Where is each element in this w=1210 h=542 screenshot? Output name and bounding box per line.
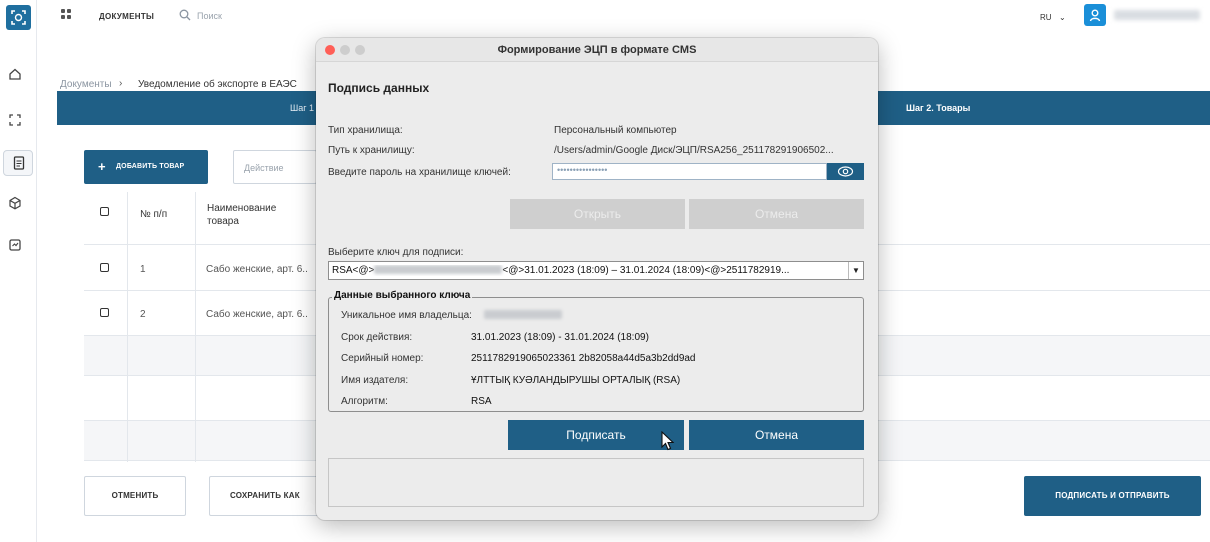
cancel-top-button[interactable]: Отмена: [689, 199, 864, 229]
serial-value: 2511782919065023361 2b82058a44d5a3b2dd9a…: [471, 353, 696, 364]
breadcrumb-separator: ›: [119, 78, 123, 89]
action-select[interactable]: Действие: [233, 150, 317, 184]
search-input[interactable]: Поиск: [197, 11, 222, 21]
column-header-name[interactable]: Наименование товара: [207, 202, 297, 228]
user-name-redacted: [1114, 10, 1200, 20]
nav-documents[interactable]: ДОКУМЕНТЫ: [99, 12, 154, 21]
plus-icon: +: [98, 159, 106, 174]
row-number: 1: [140, 264, 146, 275]
box-icon[interactable]: [8, 196, 28, 216]
key-info-legend: Данные выбранного ключа: [332, 290, 473, 301]
table-col-divider: [127, 192, 128, 462]
scan-icon[interactable]: [8, 113, 28, 133]
table-col-divider: [195, 192, 196, 462]
row-checkbox[interactable]: [100, 308, 109, 317]
step-2-tab[interactable]: Шаг 2. Товары: [906, 103, 970, 113]
status-area: [328, 458, 864, 507]
row-product-name[interactable]: Сабо женские, арт. 6..: [206, 264, 308, 275]
open-button[interactable]: Открыть: [510, 199, 685, 229]
home-icon[interactable]: [8, 67, 28, 87]
language-selector[interactable]: RU: [1040, 13, 1052, 22]
dialog-heading: Подпись данных: [328, 81, 430, 95]
storage-path-value: /Users/admin/Google Диск/ЭЦП/RSA256_2511…: [554, 145, 834, 156]
password-mask: ••••••••••••••••: [557, 165, 608, 175]
password-label: Введите пароль на хранилище ключей:: [328, 167, 511, 178]
breadcrumb-root[interactable]: Документы: [60, 79, 112, 90]
owner-label: Уникальное имя владельца:: [341, 310, 472, 321]
show-password-button[interactable]: [827, 163, 864, 180]
step-1-tab[interactable]: Шаг 1: [290, 103, 314, 113]
user-avatar-button[interactable]: [1084, 4, 1106, 26]
eye-icon: [837, 166, 854, 177]
cancel-button[interactable]: ОТМЕНИТЬ: [84, 476, 186, 516]
add-product-button[interactable]: + ДОБАВИТЬ ТОВАР: [84, 150, 208, 184]
action-placeholder: Действие: [244, 163, 284, 173]
app-logo[interactable]: [6, 5, 31, 30]
documents-icon[interactable]: [3, 150, 33, 176]
search-icon[interactable]: [179, 9, 191, 24]
sidebar: [0, 0, 37, 542]
select-all-checkbox[interactable]: [100, 207, 109, 216]
validity-label: Срок действия:: [341, 332, 413, 343]
storage-type-label: Тип хранилища:: [328, 125, 403, 136]
mouse-cursor-icon: [661, 431, 675, 451]
key-prefix: RSA<@>: [332, 265, 375, 276]
apps-grid-icon[interactable]: [61, 9, 72, 23]
logo-icon: [11, 10, 26, 25]
password-input[interactable]: ••••••••••••••••: [552, 163, 827, 180]
top-bar: ДОКУМЕНТЫ Поиск RU ⌄: [37, 0, 1210, 34]
issuer-value: ҰЛТТЫҚ КУӘЛАНДЫРУШЫ ОРТАЛЫҚ (RSA): [471, 375, 681, 386]
report-icon[interactable]: [8, 238, 28, 258]
column-header-number[interactable]: № п/п: [140, 208, 167, 221]
cms-signature-dialog: Формирование ЭЦП в формате CMS Подпись д…: [316, 38, 878, 520]
algorithm-value: RSA: [471, 396, 492, 407]
key-owner-redacted: [374, 265, 503, 274]
select-key-label: Выберите ключ для подписи:: [328, 247, 464, 258]
storage-path-label: Путь к хранилищу:: [328, 145, 415, 156]
serial-label: Серийный номер:: [341, 353, 424, 364]
storage-type-value: Персональный компьютер: [554, 125, 677, 136]
row-number: 2: [140, 309, 146, 320]
breadcrumb-current: Уведомление об экспорте в ЕАЭС: [138, 79, 297, 90]
validity-value: 31.01.2023 (18:09) - 31.01.2024 (18:09): [471, 332, 649, 343]
row-product-name[interactable]: Сабо женские, арт. 6..: [206, 309, 308, 320]
sign-button[interactable]: Подписать: [508, 420, 684, 450]
dialog-title: Формирование ЭЦП в формате CMS: [497, 44, 697, 56]
issuer-label: Имя издателя:: [341, 375, 409, 386]
algorithm-label: Алгоритм:: [341, 396, 388, 407]
row-checkbox[interactable]: [100, 263, 109, 272]
key-select[interactable]: RSA<@> <@>31.01.2023 (18:09) – 31.01.2024…: [328, 261, 864, 280]
chevron-down-icon[interactable]: ⌄: [1059, 13, 1066, 22]
chevron-down-icon[interactable]: ▼: [848, 262, 863, 279]
cancel-bottom-button[interactable]: Отмена: [689, 420, 864, 450]
dialog-titlebar[interactable]: Формирование ЭЦП в формате CMS: [316, 38, 878, 62]
sign-and-send-button[interactable]: ПОДПИСАТЬ И ОТПРАВИТЬ: [1024, 476, 1201, 516]
user-icon: [1089, 9, 1101, 22]
owner-value-redacted: [484, 310, 562, 321]
add-product-label: ДОБАВИТЬ ТОВАР: [116, 163, 185, 170]
key-suffix: <@>31.01.2023 (18:09) – 31.01.2024 (18:0…: [502, 265, 790, 276]
save-as-button[interactable]: СОХРАНИТЬ КАК: [209, 476, 329, 516]
